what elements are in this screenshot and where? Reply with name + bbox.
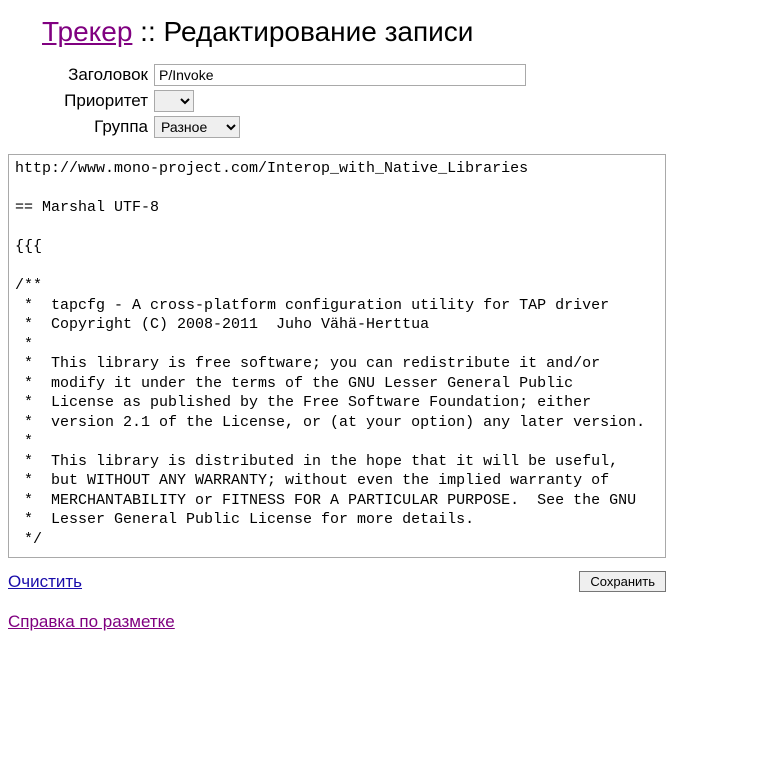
markup-help-link[interactable]: Справка по разметке: [8, 612, 175, 631]
markup-help: Справка по разметке: [8, 612, 752, 632]
clear-link[interactable]: Очистить: [8, 572, 82, 592]
group-select[interactable]: Разное: [154, 116, 240, 138]
priority-row: Приоритет: [8, 90, 752, 112]
body-textarea[interactable]: [8, 154, 666, 558]
tracker-link[interactable]: Трекер: [42, 16, 132, 47]
page-title: Редактирование записи: [164, 16, 474, 47]
header-separator: ::: [132, 16, 163, 47]
group-label: Группа: [8, 117, 154, 137]
save-button[interactable]: Сохранить: [579, 571, 666, 592]
actions-row: Очистить Сохранить: [8, 571, 666, 592]
title-input[interactable]: [154, 64, 526, 86]
page-header: Трекер :: Редактирование записи: [42, 16, 752, 48]
group-row: Группа Разное: [8, 116, 752, 138]
title-label: Заголовок: [8, 65, 154, 85]
priority-select[interactable]: [154, 90, 194, 112]
priority-label: Приоритет: [8, 91, 154, 111]
title-row: Заголовок: [8, 64, 752, 86]
